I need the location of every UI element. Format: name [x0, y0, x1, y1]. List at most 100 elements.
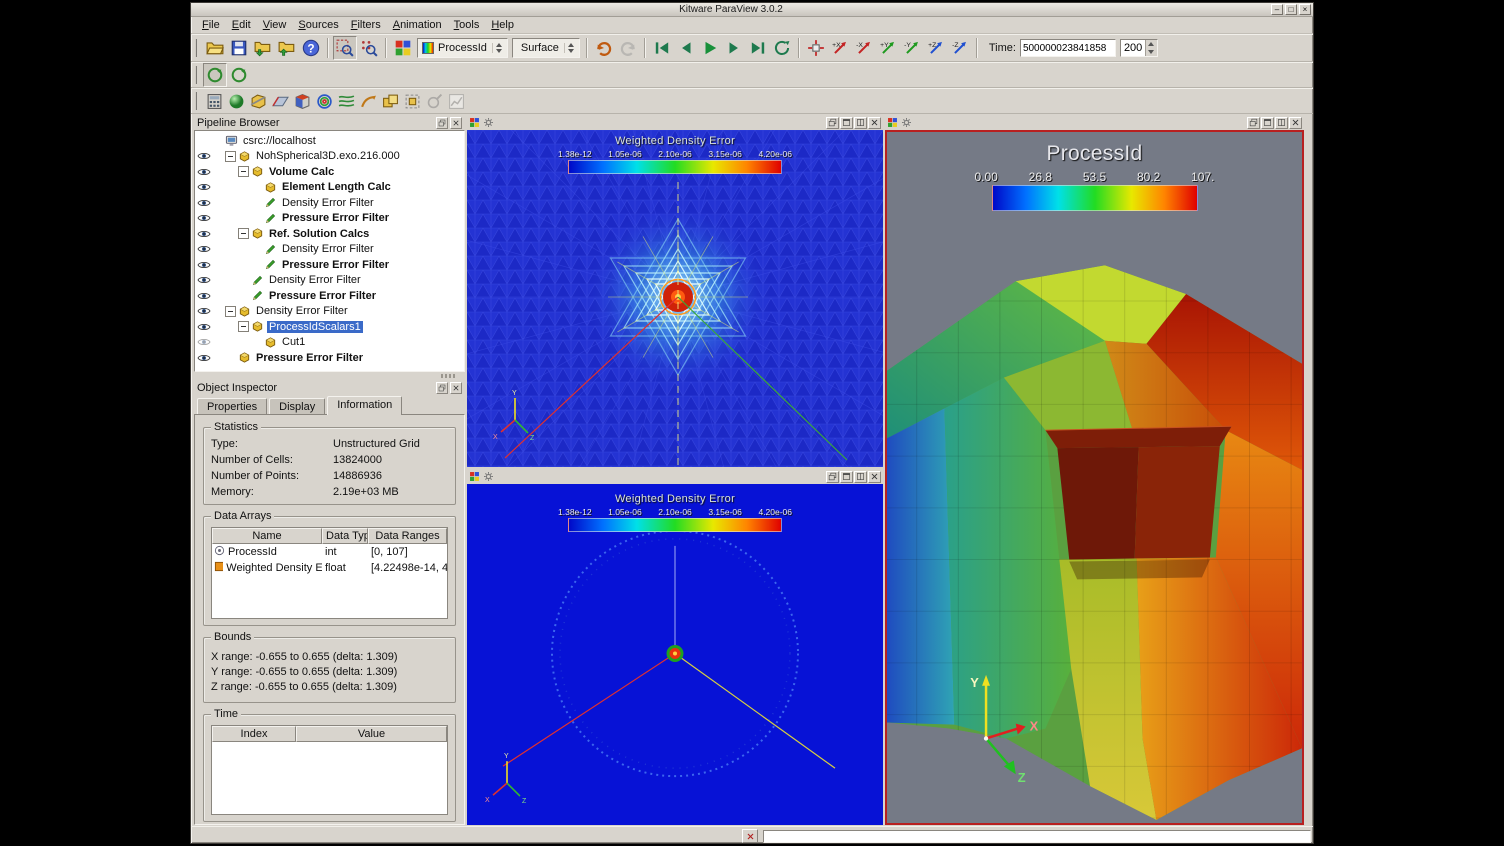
play-button[interactable] [698, 36, 722, 60]
pipeline-item[interactable]: Density Error Filter [195, 304, 464, 320]
slice-filter-button[interactable] [269, 90, 291, 112]
view-link-icon[interactable] [901, 117, 912, 128]
toolbar-handle[interactable] [195, 66, 199, 84]
camera-pan-toggle[interactable] [227, 63, 251, 87]
toolbar-handle[interactable] [195, 39, 199, 57]
undock-view-button[interactable] [826, 117, 839, 129]
set-view-plus-x-button[interactable]: +X [828, 36, 852, 60]
set-view-minus-z-button[interactable]: -Z [948, 36, 972, 60]
set-view-plus-y-button[interactable]: +Y [876, 36, 900, 60]
pipeline-item[interactable]: Cut1 [195, 335, 464, 351]
colorbar[interactable]: Weighted Density Error 1.38e-121.05e-062… [558, 493, 792, 532]
render-view-right-canvas[interactable]: Y X Z ProcessId 0.0026.853.580.2107. [885, 130, 1304, 825]
load-server-state-button[interactable] [251, 36, 275, 60]
pipeline-item[interactable]: Pressure Error Filter [195, 350, 464, 366]
tab-properties[interactable]: Properties [197, 398, 267, 415]
pipeline-close-button[interactable] [450, 117, 462, 129]
pipeline-browser-tree[interactable]: csrc://localhostNohSpherical3D.exo.216.0… [194, 130, 465, 372]
active-variable-combo[interactable]: ProcessId [417, 38, 508, 58]
frame-spinbox[interactable] [1120, 39, 1158, 57]
stream-tracer-filter-button[interactable] [335, 90, 357, 112]
menu-filters[interactable]: Filters [345, 18, 387, 32]
dock-splitter[interactable] [194, 372, 465, 380]
view-options-icon[interactable] [469, 471, 480, 482]
frame-value-field[interactable] [1121, 40, 1145, 56]
help-button[interactable]: ? [299, 36, 323, 60]
tree-expander[interactable] [225, 151, 236, 162]
colorbar[interactable]: Weighted Density Error 1.38e-121.05e-062… [558, 135, 792, 174]
save-server-state-button[interactable] [275, 36, 299, 60]
pipeline-item[interactable]: Pressure Error Filter [195, 257, 464, 273]
menu-tools[interactable]: Tools [448, 18, 486, 32]
visibility-eye-icon[interactable] [195, 198, 212, 208]
set-view-minus-x-button[interactable]: -X [852, 36, 876, 60]
render-view-bottom-canvas[interactable]: Y X Z Weighted Density Error 1.38e-121.0… [467, 484, 883, 825]
pipeline-item[interactable]: ProcessIdScalars1 [195, 319, 464, 335]
extract-block-filter-button[interactable] [401, 90, 423, 112]
group-datasets-filter-button[interactable] [379, 90, 401, 112]
tree-expander[interactable] [238, 321, 249, 332]
maximize-view-button[interactable] [1261, 117, 1274, 129]
visibility-eye-icon[interactable] [195, 229, 212, 239]
menu-file[interactable]: File [196, 18, 226, 32]
close-view-button[interactable] [1289, 117, 1302, 129]
save-data-button[interactable] [227, 36, 251, 60]
menu-help[interactable]: Help [485, 18, 520, 32]
calculator-filter-button[interactable] [203, 90, 225, 112]
colorbar[interactable]: ProcessId 0.0026.853.580.2107. [975, 142, 1215, 211]
pipeline-item[interactable]: Pressure Error Filter [195, 288, 464, 304]
split-view-button[interactable] [854, 117, 867, 129]
visibility-eye-icon[interactable] [195, 337, 212, 347]
tab-information[interactable]: Information [327, 396, 402, 415]
visibility-eye-icon[interactable] [195, 167, 212, 177]
menu-sources[interactable]: Sources [292, 18, 344, 32]
visibility-eye-icon[interactable] [195, 306, 212, 316]
abort-progress-button[interactable] [742, 829, 758, 843]
set-view-plus-z-button[interactable]: +Z [924, 36, 948, 60]
data-array-row[interactable]: ProcessIdint[0, 107] [212, 544, 447, 560]
pipeline-item[interactable]: Element Length Calc [195, 180, 464, 196]
open-file-button[interactable] [203, 36, 227, 60]
visibility-eye-icon[interactable] [195, 213, 212, 223]
glyph-filter-button[interactable] [225, 90, 247, 112]
view-link-icon[interactable] [483, 117, 494, 128]
close-icon[interactable]: × [1299, 4, 1311, 15]
representation-combo[interactable]: Surface [512, 38, 580, 58]
tab-display[interactable]: Display [269, 398, 325, 415]
select-cells-button[interactable] [333, 36, 357, 60]
camera-rotate-toggle[interactable] [203, 63, 227, 87]
tree-expander[interactable] [238, 166, 249, 177]
first-frame-button[interactable] [650, 36, 674, 60]
frame-up-icon[interactable] [1146, 40, 1157, 48]
edit-color-map-button[interactable] [391, 36, 415, 60]
undock-view-button[interactable] [826, 471, 839, 483]
pipeline-item[interactable]: Density Error Filter [195, 273, 464, 289]
reset-camera-button[interactable] [804, 36, 828, 60]
maximize-view-button[interactable] [840, 117, 853, 129]
visibility-eye-icon[interactable] [195, 151, 212, 161]
pipeline-item[interactable]: NohSpherical3D.exo.216.000 [195, 149, 464, 165]
pipeline-float-button[interactable] [436, 117, 448, 129]
previous-frame-button[interactable] [674, 36, 698, 60]
menu-animation[interactable]: Animation [387, 18, 448, 32]
undo-button[interactable] [592, 36, 616, 60]
toolbar-handle[interactable] [195, 92, 199, 110]
view-options-icon[interactable] [469, 117, 480, 128]
inspector-float-button[interactable] [436, 382, 448, 394]
visibility-eye-icon[interactable] [195, 182, 212, 192]
pipeline-item[interactable]: Density Error Filter [195, 242, 464, 258]
maximize-icon[interactable]: □ [1285, 4, 1297, 15]
warp-vector-filter-button[interactable] [357, 90, 379, 112]
menu-edit[interactable]: Edit [226, 18, 257, 32]
frame-down-icon[interactable] [1146, 48, 1157, 56]
close-view-button[interactable] [868, 117, 881, 129]
undock-view-button[interactable] [1247, 117, 1260, 129]
time-value-field[interactable] [1020, 39, 1116, 57]
last-frame-button[interactable] [746, 36, 770, 60]
loop-button[interactable] [770, 36, 794, 60]
close-view-button[interactable] [868, 471, 881, 483]
data-arrays-table[interactable]: NameData TypeData Ranges ProcessIdint[0,… [211, 527, 448, 619]
tree-expander[interactable] [225, 306, 236, 317]
split-view-button[interactable] [854, 471, 867, 483]
view-options-icon[interactable] [887, 117, 898, 128]
